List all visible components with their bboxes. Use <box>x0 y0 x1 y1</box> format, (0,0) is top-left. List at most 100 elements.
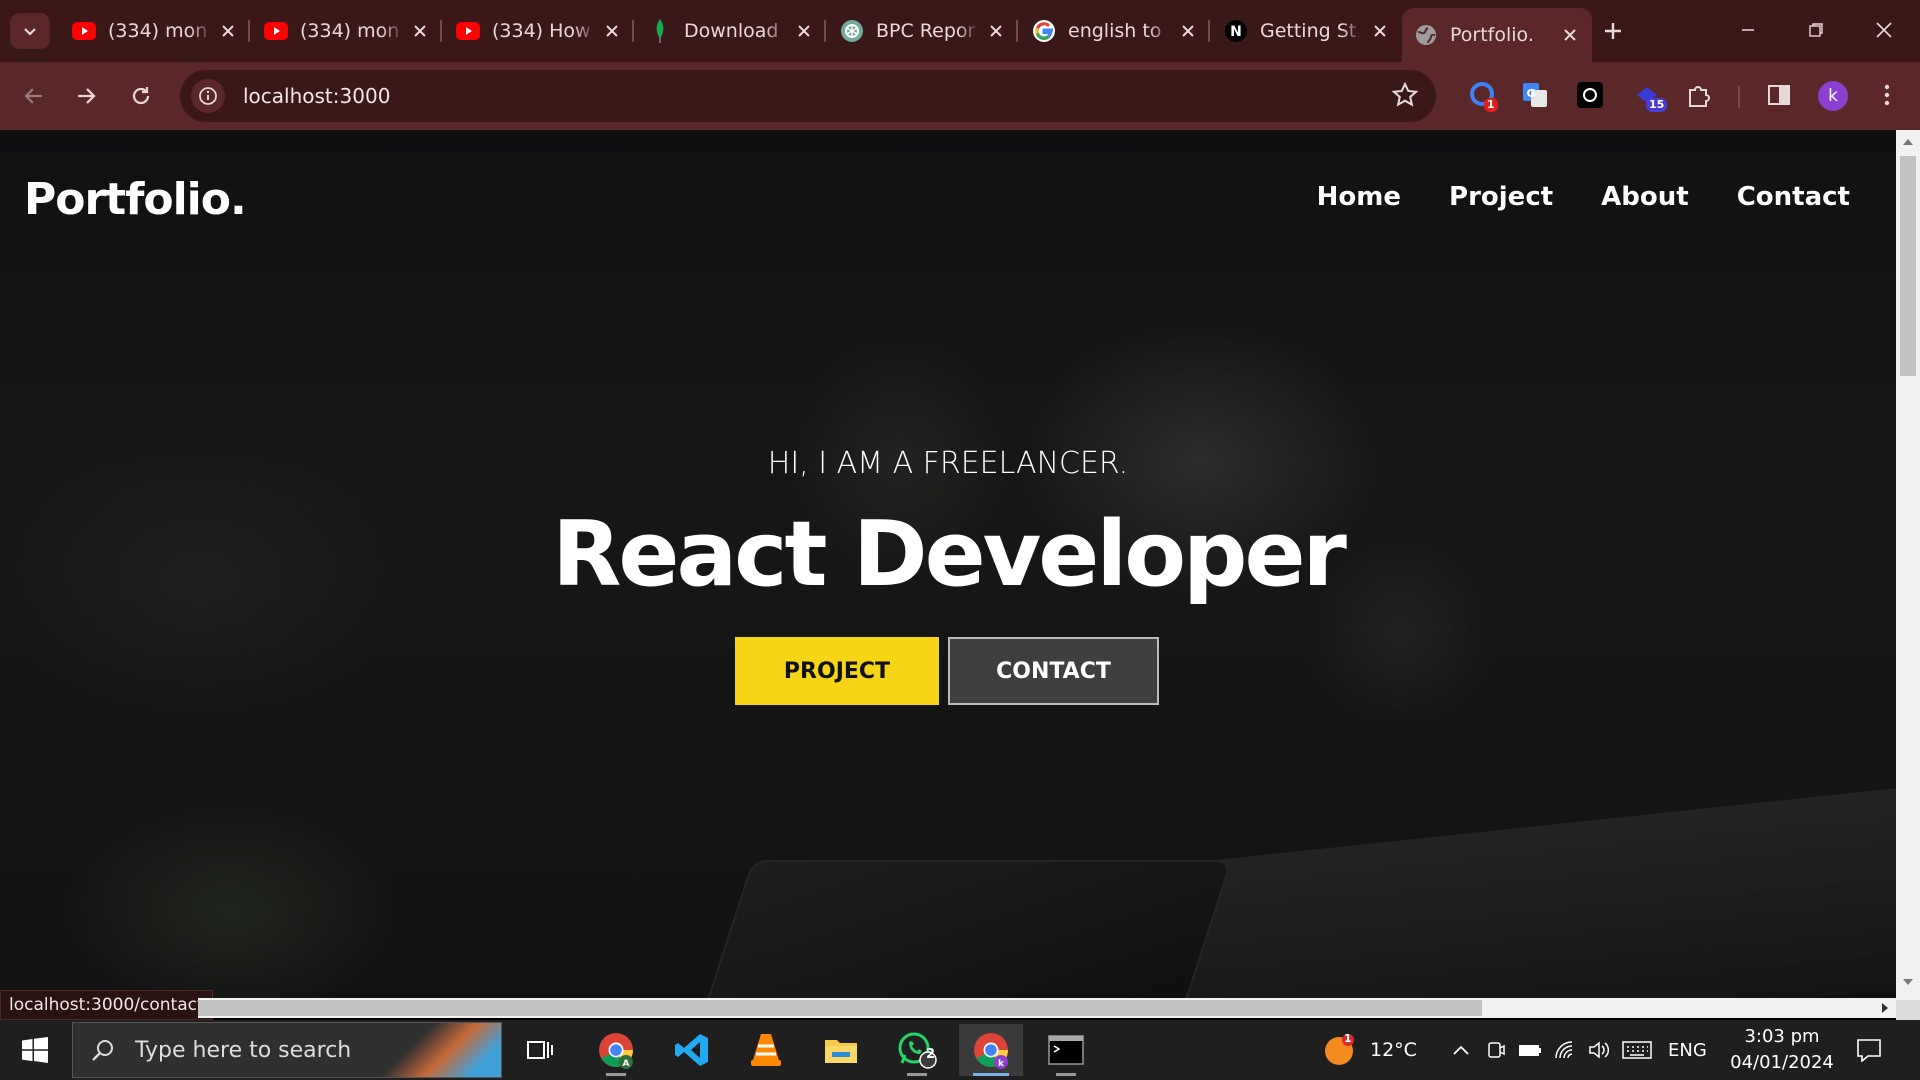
taskbar-vscode[interactable] <box>660 1024 724 1076</box>
google-icon <box>1032 19 1056 43</box>
tab-google[interactable]: english to <box>1020 10 1210 52</box>
tab-search-button[interactable] <box>10 13 50 49</box>
close-tab-icon[interactable] <box>986 21 1006 41</box>
taskbar-chrome-a[interactable]: A <box>584 1024 648 1076</box>
taskbar-whatsapp[interactable]: 2 <box>885 1024 949 1076</box>
tab-title: Getting St <box>1260 20 1357 42</box>
link-status-bubble: localhost:3000/contact <box>0 990 213 1020</box>
nav-project[interactable]: Project <box>1449 182 1553 212</box>
site-info-icon[interactable] <box>191 79 225 113</box>
youtube-icon <box>72 19 96 43</box>
show-hidden-icons-icon[interactable] <box>1452 1044 1470 1056</box>
taskbar-vlc[interactable] <box>734 1024 798 1076</box>
tab-divider <box>1016 20 1018 42</box>
tab-title: Download <box>684 20 779 42</box>
project-button[interactable]: PROJECT <box>735 637 939 705</box>
wifi-icon[interactable] <box>1554 1040 1576 1060</box>
tab-strip: (334) mon (334) mon (334) How Download B… <box>0 0 1920 62</box>
close-tab-icon[interactable] <box>1560 25 1580 45</box>
tab-divider <box>1208 20 1210 42</box>
restore-button[interactable] <box>1796 12 1836 48</box>
search-placeholder: Type here to search <box>135 1037 352 1063</box>
side-panel-icon[interactable] <box>1762 78 1796 112</box>
tab-portfolio-active[interactable]: Portfolio. <box>1402 8 1592 62</box>
back-button[interactable] <box>14 76 54 116</box>
tab-youtube-1[interactable]: (334) mon <box>60 10 250 52</box>
close-tab-icon[interactable] <box>1178 21 1198 41</box>
language-indicator[interactable]: ENG <box>1668 1040 1707 1061</box>
page-viewport: Portfolio. Home Project About Contact HI… <box>0 130 1896 998</box>
notification-button[interactable] <box>1856 1020 1882 1080</box>
minimize-button[interactable] <box>1728 12 1768 48</box>
site-logo[interactable]: Portfolio. <box>24 174 247 225</box>
clock-time: 3:03 pm <box>1744 1026 1820 1047</box>
vertical-scroll-thumb[interactable] <box>1900 156 1916 376</box>
taskbar-terminal[interactable] <box>1034 1024 1098 1076</box>
tab-youtube-3[interactable]: (334) How <box>444 10 634 52</box>
task-view-button[interactable] <box>508 1024 572 1076</box>
contact-button[interactable]: CONTACT <box>948 637 1159 705</box>
browser-toolbar: localhost:3000 1 G 15 k <box>0 62 1920 130</box>
tab-youtube-2[interactable]: (334) mon <box>252 10 442 52</box>
nav-home[interactable]: Home <box>1317 182 1401 212</box>
tab-title: BPC Repor <box>876 20 976 42</box>
translate-extension-icon[interactable]: G <box>1518 78 1552 112</box>
taskbar-chrome-k[interactable]: k <box>959 1024 1023 1076</box>
bookmark-star-icon[interactable] <box>1391 81 1419 112</box>
nav-about[interactable]: About <box>1601 182 1689 212</box>
close-tab-icon[interactable] <box>218 21 238 41</box>
close-tab-icon[interactable] <box>410 21 430 41</box>
folder-icon <box>825 1040 857 1063</box>
tab-notion[interactable]: N Getting St <box>1212 10 1402 52</box>
tab-divider <box>632 20 634 42</box>
toolbar-divider <box>1738 86 1740 108</box>
extension-1-icon[interactable]: 1 <box>1466 78 1500 112</box>
hero-title: React Developer <box>552 502 1347 607</box>
chevron-down-icon <box>24 28 36 36</box>
new-tab-button[interactable] <box>1598 16 1628 46</box>
chatgpt-icon <box>840 19 864 43</box>
keyboard-icon[interactable] <box>1622 1040 1652 1060</box>
tab-title: (334) How <box>492 20 591 42</box>
taskbar-file-explorer[interactable] <box>809 1024 873 1076</box>
vertical-scrollbar[interactable] <box>1896 130 1920 1018</box>
notification-icon <box>1857 1039 1881 1062</box>
close-tab-icon[interactable] <box>1370 21 1390 41</box>
tab-title: english to <box>1068 20 1162 42</box>
windows-taskbar: Type here to search A 2 k 1 12°C ENG 3:0… <box>0 1020 1920 1080</box>
taskbar-search-box[interactable]: Type here to search <box>72 1022 502 1078</box>
terminal-icon <box>1048 1035 1084 1065</box>
more-menu-icon[interactable] <box>1870 78 1904 112</box>
taskbar-clock[interactable]: 3:03 pm 04/01/2024 <box>1730 1024 1834 1076</box>
search-highlight-image <box>381 1023 501 1077</box>
address-bar[interactable]: localhost:3000 <box>180 70 1436 122</box>
extension-15-icon[interactable]: 15 <box>1630 78 1668 112</box>
nav-contact[interactable]: Contact <box>1737 182 1850 212</box>
tab-chatgpt[interactable]: BPC Repor <box>828 10 1018 52</box>
profile-avatar[interactable]: k <box>1818 81 1848 111</box>
scroll-right-icon[interactable] <box>1880 1002 1890 1014</box>
chatgpt-extension-icon[interactable] <box>1573 78 1607 112</box>
puzzle-extensions-icon[interactable] <box>1682 78 1716 112</box>
forward-button[interactable] <box>66 76 106 116</box>
url-text[interactable]: localhost:3000 <box>243 84 390 108</box>
youtube-icon <box>456 19 480 43</box>
scroll-up-icon[interactable] <box>1902 136 1914 148</box>
volume-icon[interactable] <box>1588 1040 1610 1060</box>
reload-button[interactable] <box>121 76 161 116</box>
horizontal-scrollbar[interactable] <box>198 998 1896 1018</box>
tab-mongodb[interactable]: Download <box>636 10 826 52</box>
close-window-button[interactable] <box>1864 12 1904 48</box>
horizontal-scroll-thumb[interactable] <box>198 1000 1482 1016</box>
scroll-down-icon[interactable] <box>1902 976 1914 988</box>
weather-widget[interactable]: 1 12°C <box>1322 1020 1417 1080</box>
minimize-icon <box>1742 29 1754 31</box>
chrome-icon: A <box>599 1033 633 1069</box>
start-button[interactable] <box>0 1020 70 1080</box>
battery-icon[interactable] <box>1518 1042 1542 1058</box>
close-tab-icon[interactable] <box>602 21 622 41</box>
notion-icon: N <box>1224 19 1248 43</box>
close-tab-icon[interactable] <box>794 21 814 41</box>
meet-now-icon[interactable] <box>1486 1040 1506 1060</box>
close-icon <box>1876 22 1892 38</box>
